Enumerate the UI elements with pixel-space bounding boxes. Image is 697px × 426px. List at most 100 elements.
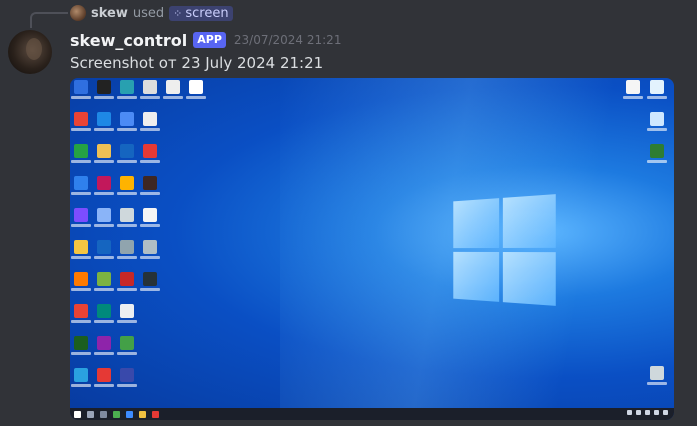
desktop-icon[interactable] xyxy=(93,272,115,291)
reply-username[interactable]: skew xyxy=(91,6,128,21)
desktop-icon[interactable] xyxy=(139,272,161,291)
task-view-icon xyxy=(100,410,107,418)
desktop-icon[interactable] xyxy=(646,112,668,131)
desktop-icon[interactable] xyxy=(70,304,92,323)
desktop-icon[interactable] xyxy=(93,144,115,163)
tray-icon xyxy=(645,410,650,415)
app-icon xyxy=(97,208,111,222)
app-icon xyxy=(166,80,180,94)
desktop-icon[interactable] xyxy=(162,80,184,99)
desktop-icon[interactable] xyxy=(93,176,115,195)
app-icon xyxy=(120,304,134,318)
desktop-icon[interactable] xyxy=(646,80,668,99)
desktop-icon[interactable] xyxy=(93,304,115,323)
app-icon xyxy=(74,272,88,286)
icon-label xyxy=(94,288,114,291)
app-icon xyxy=(97,368,111,382)
desktop-icon[interactable] xyxy=(139,176,161,195)
tray-icon xyxy=(636,410,641,415)
app-icon xyxy=(143,272,157,286)
app-badge: APP xyxy=(193,32,226,48)
desktop-icon[interactable] xyxy=(70,144,92,163)
desktop-icon[interactable] xyxy=(116,368,138,387)
app-icon xyxy=(120,80,134,94)
system-tray xyxy=(627,410,668,415)
app-icon xyxy=(650,112,664,126)
desktop-icon[interactable] xyxy=(93,80,115,99)
desktop-icon[interactable] xyxy=(93,112,115,131)
desktop-icon[interactable] xyxy=(116,80,138,99)
windows-logo-pane xyxy=(502,194,556,248)
icon-label xyxy=(117,128,137,131)
desktop-icon[interactable] xyxy=(139,80,161,99)
app-icon xyxy=(74,304,88,318)
taskbar xyxy=(70,408,674,420)
icon-label xyxy=(117,160,137,163)
folder-icon xyxy=(139,410,146,418)
app-icon xyxy=(120,176,134,190)
icon-label xyxy=(71,352,91,355)
desktop-icon[interactable] xyxy=(70,368,92,387)
desktop-icon[interactable] xyxy=(70,336,92,355)
app-icon xyxy=(74,112,88,126)
desktop-icon[interactable] xyxy=(70,80,92,99)
icon-label xyxy=(94,384,114,387)
message-header: skew_control APP 23/07/2024 21:21 xyxy=(70,30,341,50)
app-icon xyxy=(74,336,88,350)
desktop-icon[interactable] xyxy=(139,240,161,259)
icon-label xyxy=(117,224,137,227)
app-icon xyxy=(97,240,111,254)
desktop-icon[interactable] xyxy=(139,144,161,163)
icon-label xyxy=(117,256,137,259)
icon-label xyxy=(71,160,91,163)
app-icon xyxy=(143,80,157,94)
icon-label xyxy=(140,224,160,227)
desktop-icon[interactable] xyxy=(93,368,115,387)
desktop-icon[interactable] xyxy=(70,272,92,291)
reply-context[interactable]: skew used ⁘ screen xyxy=(70,4,233,22)
search-icon xyxy=(87,410,94,418)
reply-avatar[interactable] xyxy=(70,5,86,21)
avatar[interactable] xyxy=(8,30,52,74)
desktop-icon[interactable] xyxy=(185,80,207,99)
desktop-icon[interactable] xyxy=(116,112,138,131)
desktop-icon[interactable] xyxy=(116,176,138,195)
desktop-icon[interactable] xyxy=(93,208,115,227)
desktop-icon[interactable] xyxy=(116,336,138,355)
app-icon xyxy=(189,80,203,94)
app-icon xyxy=(650,144,664,158)
desktop-icon[interactable] xyxy=(93,240,115,259)
desktop-icon[interactable] xyxy=(646,144,668,163)
desktop-icon[interactable] xyxy=(139,112,161,131)
screenshot-attachment[interactable] xyxy=(70,78,674,420)
desktop-icon[interactable] xyxy=(116,272,138,291)
recycle-bin-icon[interactable] xyxy=(646,366,668,385)
desktop-icon[interactable] xyxy=(70,208,92,227)
desktop-icon[interactable] xyxy=(70,176,92,195)
app-icon xyxy=(120,368,134,382)
desktop-icon[interactable] xyxy=(139,208,161,227)
desktop-icon[interactable] xyxy=(116,304,138,323)
desktop-icon[interactable] xyxy=(116,208,138,227)
username[interactable]: skew_control xyxy=(70,31,187,50)
desktop-icon[interactable] xyxy=(116,144,138,163)
message-timestamp[interactable]: 23/07/2024 21:21 xyxy=(234,33,342,47)
icon-label xyxy=(117,320,137,323)
icon-label xyxy=(186,96,206,99)
desktop-icon[interactable] xyxy=(70,240,92,259)
icon-label xyxy=(71,288,91,291)
app-icon xyxy=(97,272,111,286)
message-content: Screenshot от 23 July 2024 21:21 xyxy=(70,54,324,72)
windows-logo xyxy=(453,194,556,306)
icon-label xyxy=(647,128,667,131)
desktop-icon[interactable] xyxy=(116,240,138,259)
app-icon xyxy=(143,112,157,126)
icon-label xyxy=(140,288,160,291)
slash-command-pill[interactable]: ⁘ screen xyxy=(169,5,233,21)
desktop-icon[interactable] xyxy=(93,336,115,355)
icon-label xyxy=(94,192,114,195)
app-icon xyxy=(120,208,134,222)
desktop-icon[interactable] xyxy=(70,112,92,131)
reply-used-text: used xyxy=(132,5,165,21)
desktop-icon[interactable] xyxy=(622,80,644,99)
